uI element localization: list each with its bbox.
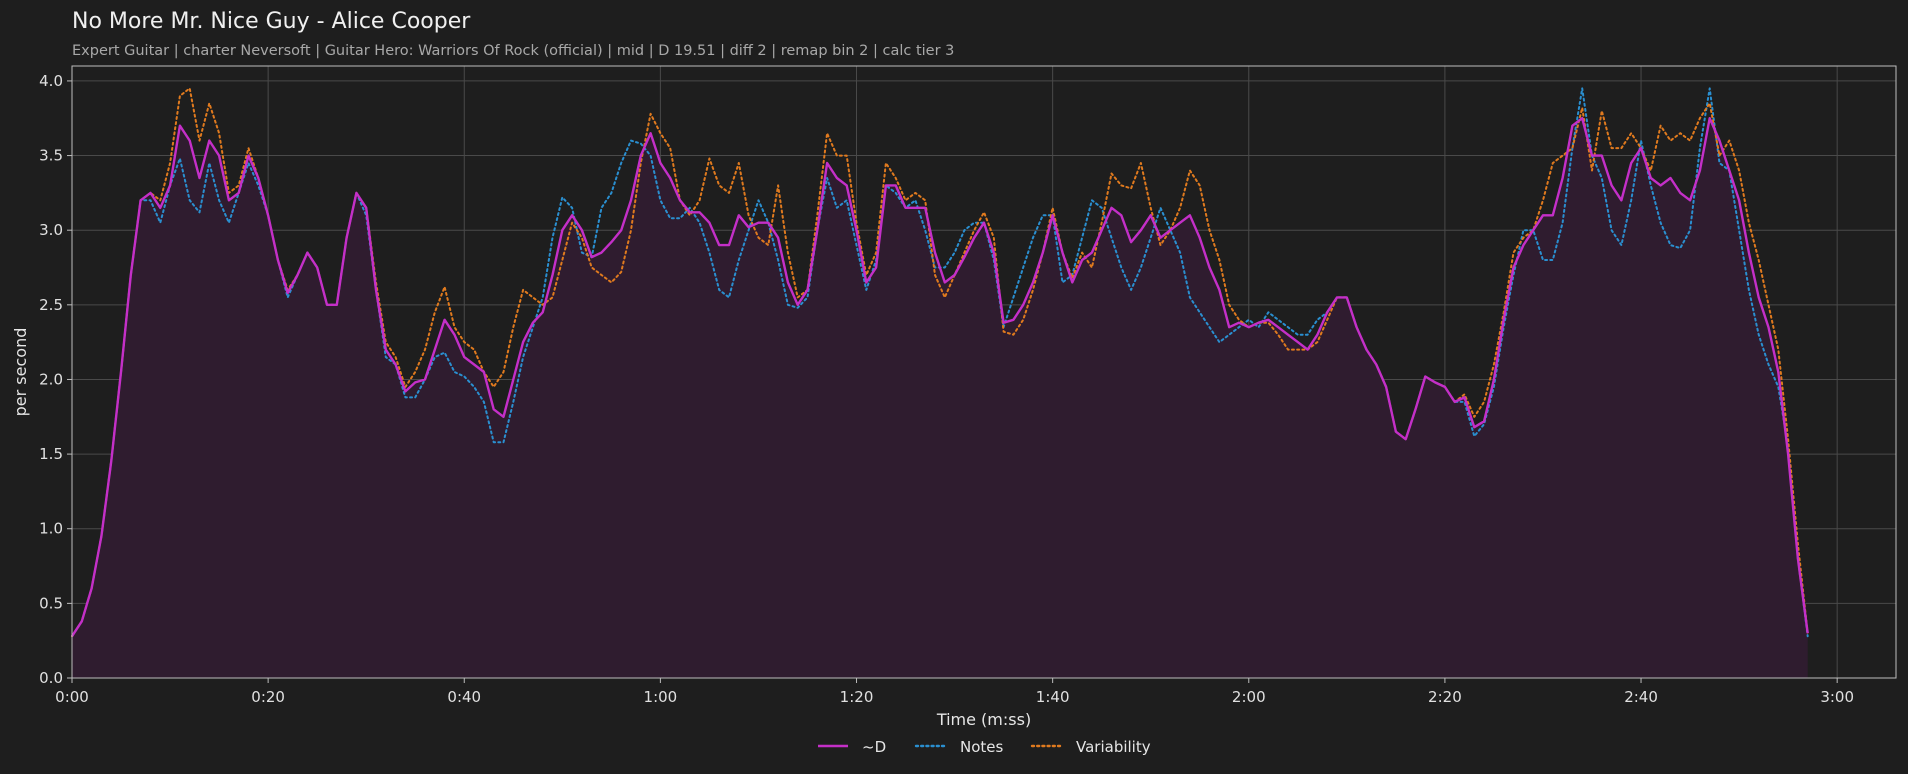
legend: ~D Notes Variability xyxy=(818,738,1151,756)
y-tick-label: 3.5 xyxy=(39,147,63,165)
y-tick-label: 2.5 xyxy=(39,296,63,314)
y-tick-label: 0.0 xyxy=(39,669,63,687)
y-axis-label: per second xyxy=(11,328,30,417)
x-tick-label: 0:00 xyxy=(55,688,89,706)
y-tick-label: 3.0 xyxy=(39,221,63,239)
x-tick-label: 2:20 xyxy=(1428,688,1462,706)
y-tick-label: 0.5 xyxy=(39,594,63,612)
x-tick-label: 2:00 xyxy=(1232,688,1266,706)
y-tick-label: 2.0 xyxy=(39,370,63,388)
x-tick-label: 1:00 xyxy=(644,688,678,706)
chart: No More Mr. Nice Guy - Alice Cooper Expe… xyxy=(11,9,1897,756)
x-axis-label: Time (m:ss) xyxy=(936,710,1031,729)
x-tick-label: 0:40 xyxy=(447,688,481,706)
y-tick-label: 4.0 xyxy=(39,72,63,90)
x-tick-label: 1:40 xyxy=(1036,688,1070,706)
y-tick-label: 1.0 xyxy=(39,520,63,538)
chart-title: No More Mr. Nice Guy - Alice Cooper xyxy=(72,9,471,34)
legend-label-2: Variability xyxy=(1076,738,1151,756)
legend-label-0: ~D xyxy=(862,738,886,756)
x-tick-label: 0:20 xyxy=(251,688,285,706)
chart-subtitle: Expert Guitar | charter Neversoft | Guit… xyxy=(72,43,954,59)
x-tick-label: 2:40 xyxy=(1624,688,1658,706)
x-tick-label: 3:00 xyxy=(1820,688,1854,706)
y-tick-label: 1.5 xyxy=(39,445,63,463)
x-tick-label: 1:20 xyxy=(840,688,874,706)
legend-label-1: Notes xyxy=(960,738,1004,756)
